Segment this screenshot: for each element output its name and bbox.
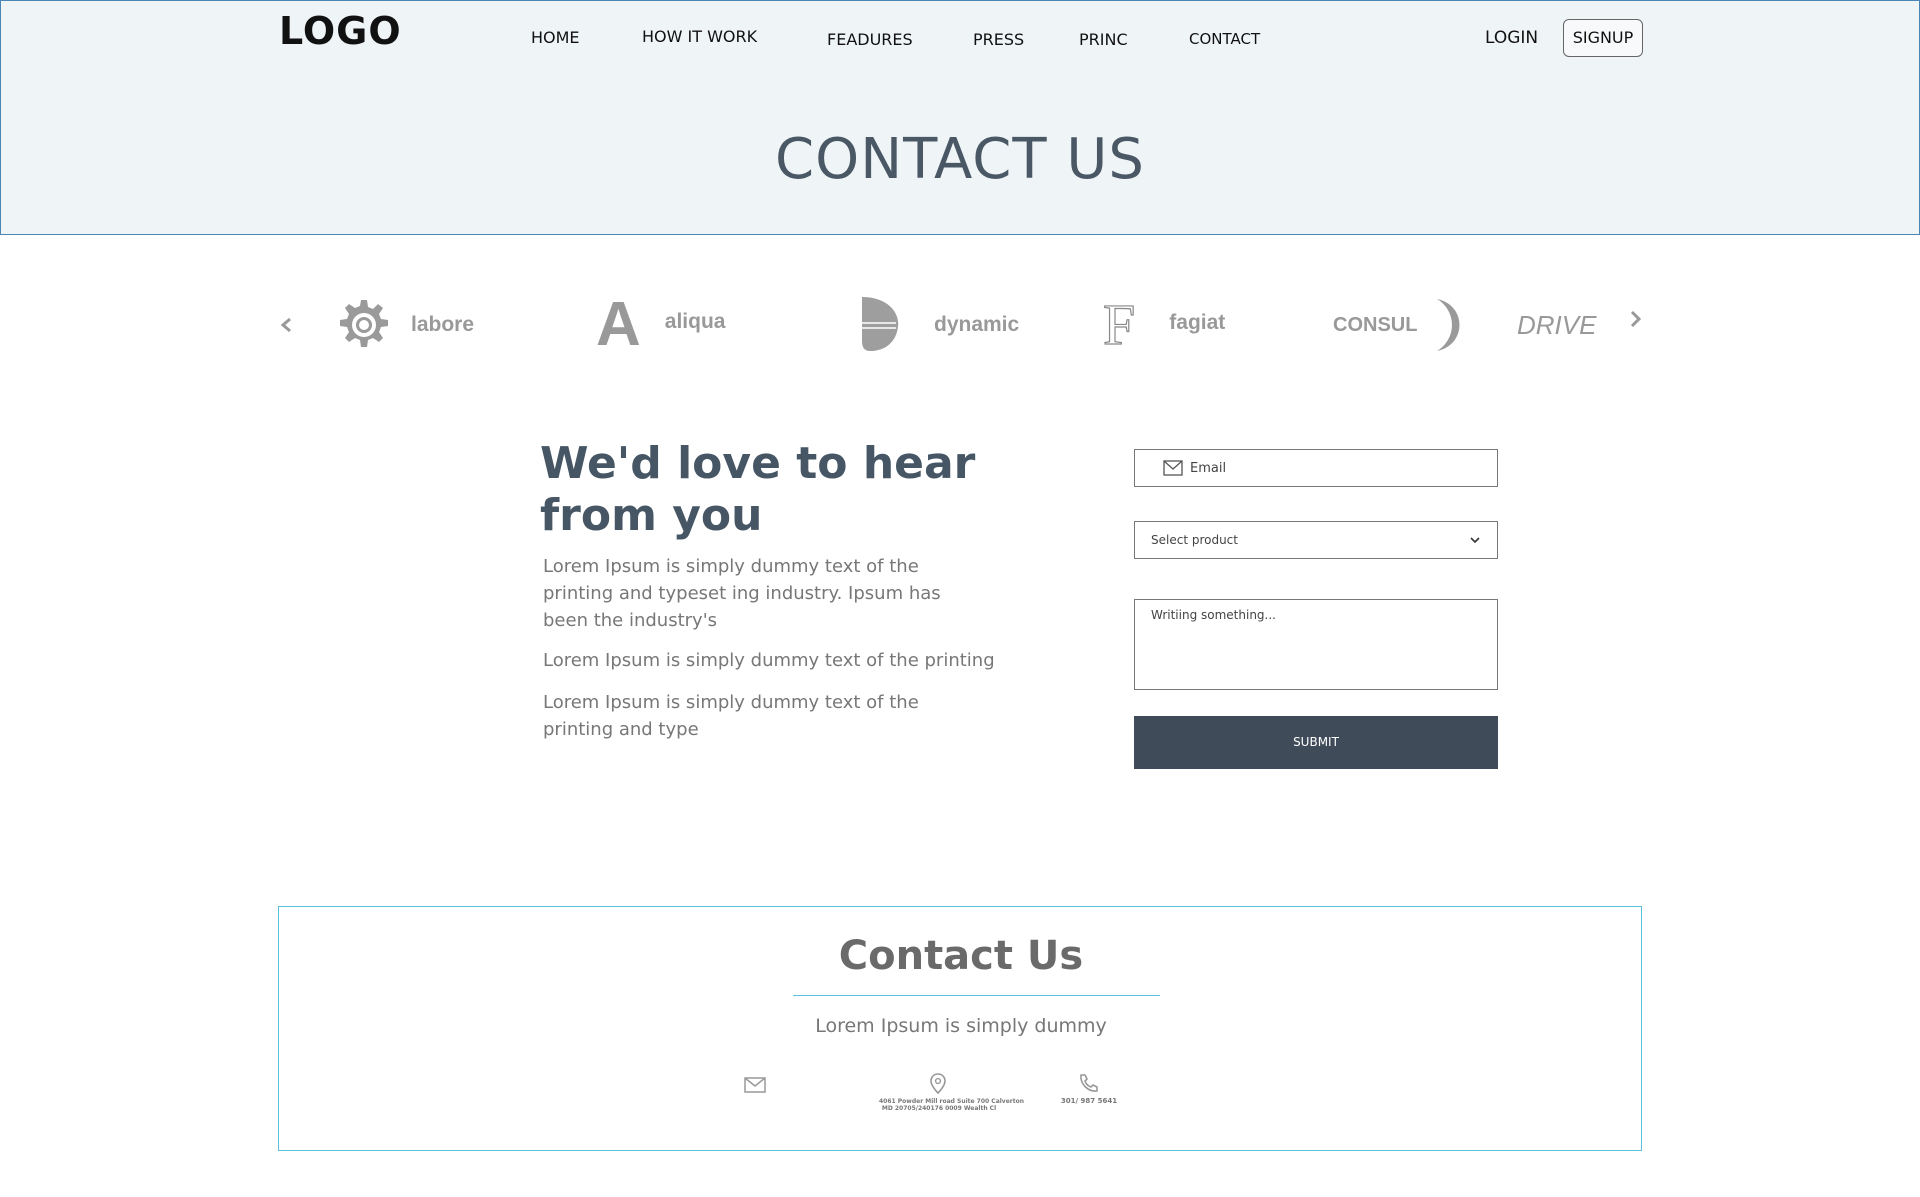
chevron-down-icon	[1470, 537, 1480, 544]
email-field[interactable]: Email	[1134, 449, 1498, 487]
signup-button[interactable]: SIGNUP	[1563, 19, 1643, 57]
submit-button[interactable]: SUBMIT	[1134, 716, 1498, 769]
nav-press[interactable]: PRESS	[973, 30, 1024, 49]
envelope-icon	[1163, 460, 1183, 476]
nav-contact[interactable]: CONTACT	[1189, 30, 1260, 48]
brand-drive[interactable]: DRIVE	[1517, 290, 1596, 360]
letter-f-icon: F	[1102, 292, 1136, 357]
contact-subtitle: Lorem Ipsum is simply dummy	[815, 1015, 1107, 1037]
carousel-prev-icon[interactable]	[275, 314, 297, 336]
shield-shape-icon	[862, 297, 899, 351]
intro-paragraph: Lorem Ipsum is simply dummy text of the …	[543, 556, 941, 631]
header: LOGO HOME HOW IT WORK FEADURES PRESS PRI…	[0, 0, 1920, 235]
contact-section: Contact Us Lorem Ipsum is simply dummy 4…	[278, 906, 1642, 1151]
letter-a-icon: A	[596, 290, 641, 359]
nav-princ[interactable]: PRINC	[1079, 30, 1128, 49]
brand-label: fagiat	[1169, 311, 1226, 334]
brand-consul[interactable]: CONSUL	[1333, 290, 1467, 360]
nav-features[interactable]: FEADURES	[827, 30, 913, 49]
carousel-next-icon[interactable]	[1625, 308, 1647, 330]
address-line1: 4061 Powder Mill road Suite 700 Calverto…	[879, 1098, 1025, 1105]
page-title: CONTACT US	[775, 127, 1145, 192]
intro-paragraph: Lorem Ipsum is simply dummy text of the …	[543, 650, 995, 671]
email-placeholder: Email	[1190, 461, 1227, 476]
mail-icon[interactable]	[744, 1077, 766, 1093]
product-select[interactable]: Select product	[1134, 521, 1498, 559]
phone-icon[interactable]	[1078, 1073, 1100, 1093]
brand-fagiat[interactable]: F fagiat	[1102, 290, 1226, 360]
section-headline: We'd love to hear from you	[540, 438, 976, 541]
message-textarea[interactable]: Writiing something...	[1134, 599, 1498, 690]
intro-paragraph: Lorem Ipsum is simply dummy text of the …	[543, 692, 919, 740]
address-text: 4061 Powder Mill road Suite 700 Calverto…	[879, 1098, 1025, 1112]
title-divider	[793, 995, 1160, 996]
crescent-icon	[1437, 299, 1460, 351]
brand-label: aliqua	[664, 310, 726, 333]
textarea-placeholder: Writiing something...	[1151, 608, 1276, 622]
address-line2: MD 20705/240176 0009 Wealth Cl	[881, 1105, 997, 1112]
contact-title: Contact Us	[838, 933, 1084, 979]
location-pin-icon	[930, 1073, 946, 1095]
phone-text: 301/ 987 5641	[1060, 1097, 1118, 1105]
select-value: Select product	[1151, 533, 1238, 547]
gear-icon	[340, 300, 388, 347]
drive-wordmark: DRIVE	[1517, 309, 1597, 340]
nav-home[interactable]: HOME	[531, 28, 580, 47]
brand-dynamic[interactable]: dynamic	[858, 290, 1019, 360]
logo[interactable]: LOGO	[279, 9, 402, 53]
brand-label: labore	[411, 313, 475, 336]
nav-how-it-work[interactable]: HOW IT WORK	[642, 27, 757, 46]
brand-aliqua[interactable]: A aliqua	[596, 290, 725, 360]
login-link[interactable]: LOGIN	[1485, 28, 1538, 48]
brand-labore[interactable]: labore	[337, 290, 474, 360]
brand-label: dynamic	[934, 313, 1020, 336]
brand-label: CONSUL	[1333, 313, 1418, 336]
